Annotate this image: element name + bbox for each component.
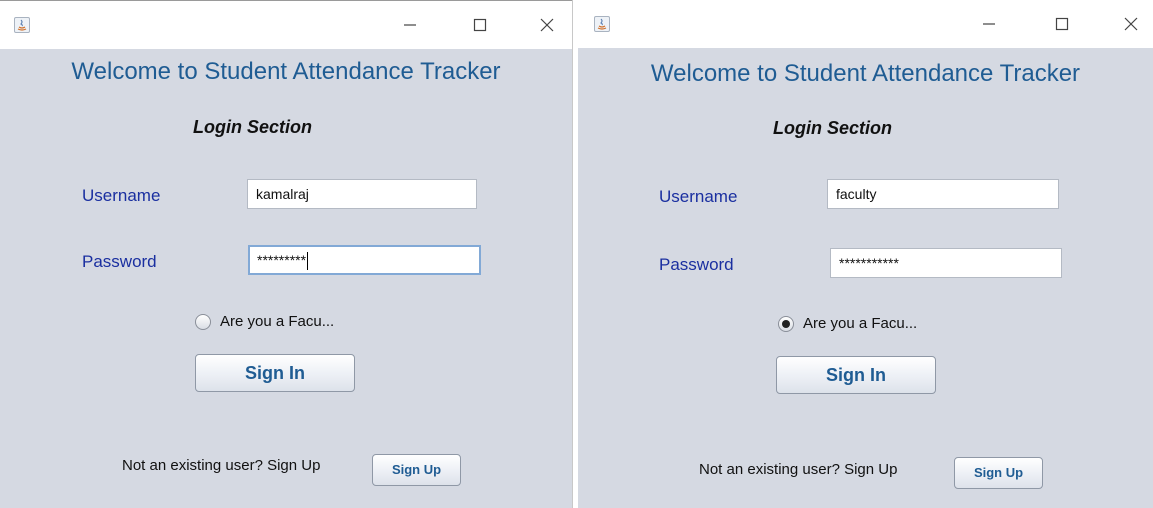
minimize-icon[interactable] [977,14,1001,34]
java-icon [594,16,610,32]
text-caret [307,252,309,271]
section-title: Login Section [193,117,312,137]
username-label: Username [82,186,161,205]
faculty-radio-label[interactable]: Are you a Facu... [803,315,917,332]
faculty-radio-label[interactable]: Are you a Facu... [220,313,334,330]
close-icon[interactable] [535,15,559,35]
title-bar [578,0,1153,48]
sign-up-button[interactable]: Sign Up [954,457,1043,489]
close-icon[interactable] [1119,14,1143,34]
maximize-icon[interactable] [1050,14,1074,34]
username-label: Username [659,187,738,206]
signup-prompt: Not an existing user? Sign Up [699,461,898,478]
username-value: kamalraj [256,186,309,202]
app-title: Welcome to Student Attendance Tracker [650,60,1081,87]
signup-prompt: Not an existing user? Sign Up [122,457,321,474]
java-icon [14,17,30,33]
password-input[interactable]: *********** [830,248,1062,278]
username-input[interactable]: kamalraj [247,179,477,209]
title-bar [0,0,572,49]
maximize-icon[interactable] [468,15,492,35]
login-window-1: Welcome to Student Attendance Tracker Lo… [0,0,573,508]
sign-in-button[interactable]: Sign In [776,356,936,394]
section-title: Login Section [773,118,892,138]
username-input[interactable]: faculty [827,179,1059,209]
app-title: Welcome to Student Attendance Tracker [71,58,501,85]
sign-in-button[interactable]: Sign In [195,354,355,392]
faculty-radio[interactable] [778,316,794,332]
password-label: Password [659,255,734,274]
password-value: *********** [839,255,899,271]
sign-up-button[interactable]: Sign Up [372,454,461,486]
login-window-2: Welcome to Student Attendance Tracker Lo… [578,0,1153,508]
minimize-icon[interactable] [398,15,422,35]
password-value: ********* [257,252,307,268]
password-input[interactable]: ********* [248,245,481,275]
username-value: faculty [836,186,877,202]
faculty-radio[interactable] [195,314,211,330]
password-label: Password [82,252,157,271]
